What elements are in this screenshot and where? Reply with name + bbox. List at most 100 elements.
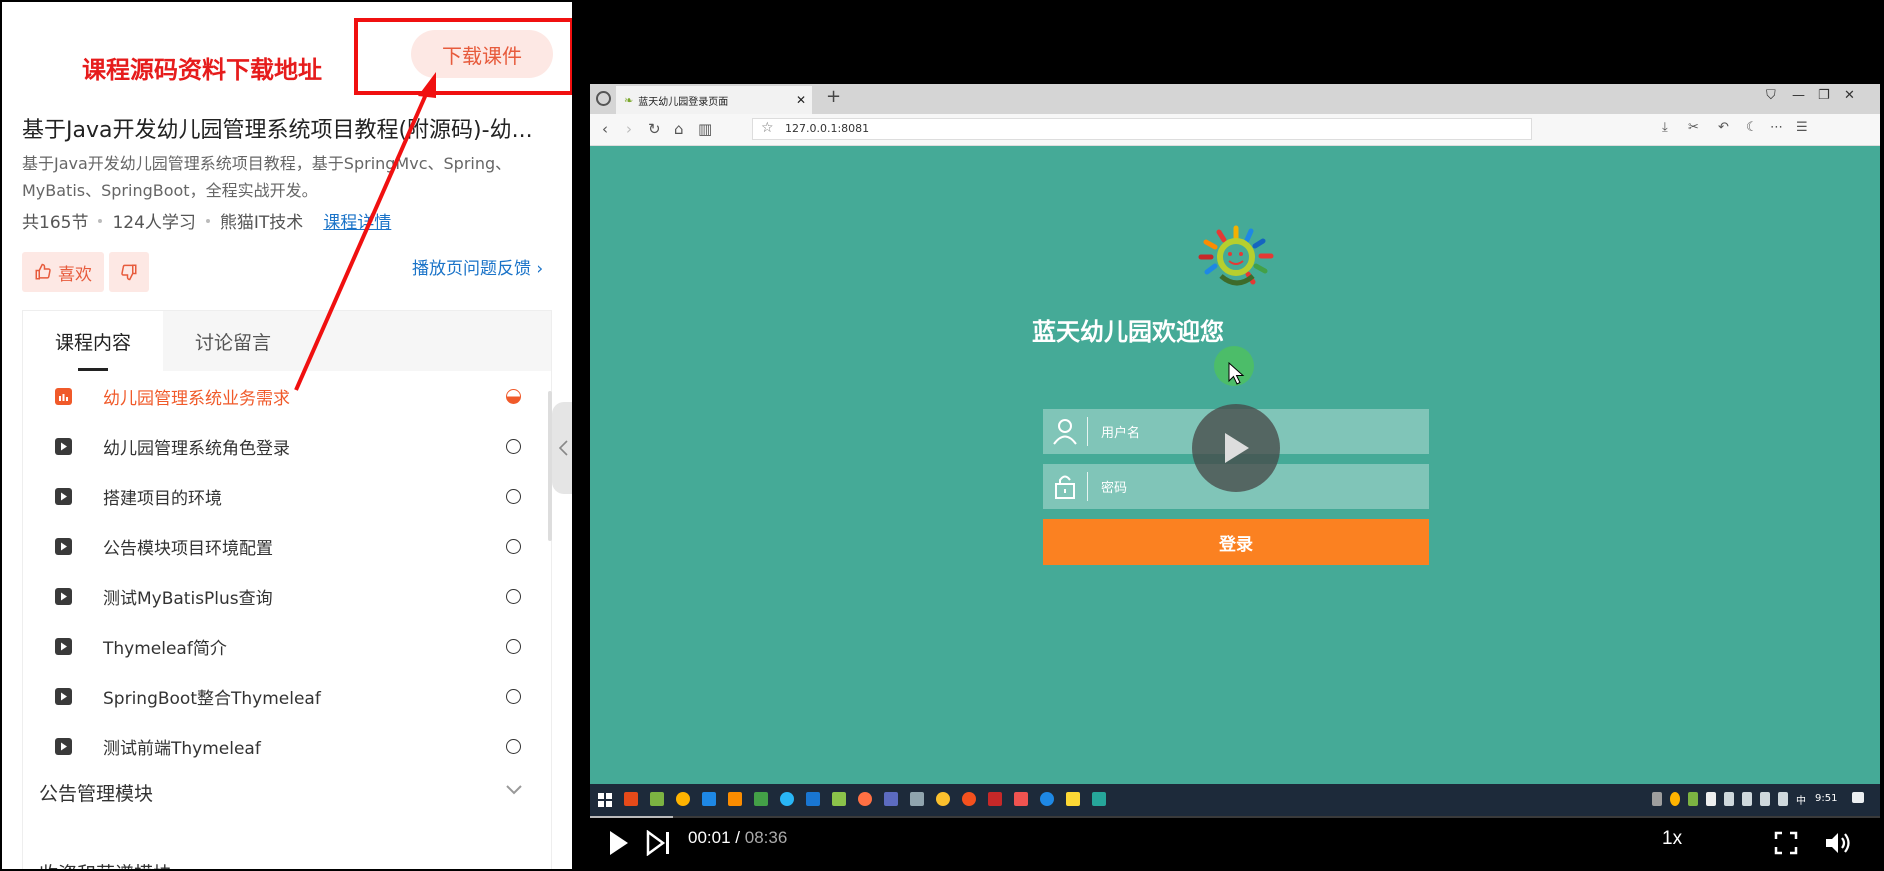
battery-icon[interactable]: [1742, 792, 1752, 806]
login-button[interactable]: 登录: [1043, 519, 1429, 565]
tray-icon[interactable]: [1652, 792, 1662, 806]
app-icon[interactable]: [910, 792, 924, 806]
back-icon[interactable]: ‹: [602, 120, 608, 138]
menu-icon[interactable]: ☰: [1796, 120, 1808, 135]
restore-icon[interactable]: ❐: [1818, 88, 1830, 103]
video-player[interactable]: ❧ 蓝天幼儿园登录页面 ✕ + ⛉ — ❐ ✕ ‹ › ↻ ⌂ ▥ ☆ 127.…: [572, 2, 1882, 869]
course-detail-link[interactable]: 课程详情: [323, 208, 391, 233]
mouse-cursor-icon: [1228, 362, 1245, 385]
lesson-item[interactable]: Thymeleaf简介: [23, 621, 533, 671]
download-icon[interactable]: ⤓: [1662, 120, 1668, 135]
lesson-title: 公告模块项目环境配置: [103, 538, 273, 559]
playback-rate-button[interactable]: 1x: [1662, 828, 1682, 850]
module-header[interactable]: 收资和获谱模块: [39, 859, 172, 869]
total-time: 08:36: [744, 828, 788, 847]
minimize-icon[interactable]: —: [1792, 88, 1805, 103]
user-icon: [1053, 419, 1077, 445]
half-progress-icon: [506, 388, 521, 404]
star-icon[interactable]: ☆: [761, 120, 774, 136]
lesson-item[interactable]: SpringBoot整合Thymeleaf: [23, 671, 533, 721]
windows-start-icon[interactable]: [598, 793, 612, 807]
next-icon[interactable]: [646, 830, 672, 856]
vscode-icon[interactable]: [806, 792, 820, 806]
chrome-icon[interactable]: [936, 792, 950, 806]
tab-course-content[interactable]: 课程内容: [23, 311, 163, 371]
chrome-icon[interactable]: [962, 792, 976, 806]
tray-icon[interactable]: [1670, 792, 1680, 806]
not-started-icon: [506, 688, 521, 704]
lesson-item[interactable]: 公告模块项目环境配置: [23, 521, 533, 571]
thumbs-down-icon: [121, 264, 137, 281]
ime-indicator[interactable]: 中: [1796, 792, 1806, 807]
big-play-button[interactable]: [1192, 404, 1280, 492]
moon-icon[interactable]: ☾: [1746, 120, 1758, 135]
tshirt-icon[interactable]: ⛉: [1766, 88, 1776, 103]
module-header[interactable]: 公告管理模块: [39, 779, 539, 806]
feedback-label: 播放页问题反馈: [412, 259, 531, 279]
collapse-sidebar-button[interactable]: [552, 402, 572, 494]
scissors-icon[interactable]: ✂: [1688, 120, 1699, 135]
lesson-title: 幼儿园管理系统角色登录: [103, 438, 290, 459]
not-started-icon: [506, 438, 521, 454]
not-started-icon: [506, 738, 521, 754]
app-icon[interactable]: [702, 792, 716, 806]
lesson-item[interactable]: 测试MyBatisPlus查询: [23, 571, 533, 621]
undo-icon[interactable]: ↶: [1718, 120, 1729, 135]
author-name: 熊猫IT技术: [219, 213, 304, 233]
forward-icon[interactable]: ›: [626, 120, 632, 138]
not-started-icon: [506, 588, 521, 604]
thumbs-up-icon: [35, 263, 51, 280]
video-icon: [55, 687, 72, 705]
app-icon[interactable]: [832, 792, 846, 806]
course-panel: 课程源码资料下载地址 下载课件 基于Java开发幼儿园管理系统项目教程(附源码)…: [2, 2, 572, 869]
browser-tab[interactable]: ❧ 蓝天幼儿园登录页面 ✕: [616, 86, 812, 114]
feedback-link[interactable]: 播放页问题反馈 ›: [412, 254, 543, 279]
app-icon[interactable]: [884, 792, 898, 806]
fullscreen-icon[interactable]: [1774, 831, 1798, 855]
app-icon[interactable]: [754, 792, 768, 806]
video-icon: [55, 637, 72, 655]
windows-taskbar: 中 9:51: [590, 784, 1880, 816]
reader-icon[interactable]: ▥: [698, 120, 712, 138]
chevron-down-icon[interactable]: [506, 785, 522, 795]
volume-icon[interactable]: [1778, 792, 1788, 806]
browser-icon[interactable]: [1040, 792, 1054, 806]
more-icon[interactable]: ⋯: [1770, 120, 1783, 135]
home-icon[interactable]: ⌂: [674, 120, 684, 138]
taskbar-clock: 9:51: [1815, 793, 1838, 804]
network-icon[interactable]: [1760, 792, 1770, 806]
new-tab-icon[interactable]: +: [826, 86, 841, 107]
firefox-icon[interactable]: [858, 792, 872, 806]
lesson-item[interactable]: 幼儿园管理系统业务需求: [23, 371, 533, 421]
app-icon[interactable]: [1092, 792, 1106, 806]
dislike-button[interactable]: [109, 252, 149, 292]
address-bar[interactable]: ☆ 127.0.0.1:8081: [752, 118, 1532, 140]
lesson-item[interactable]: 幼儿园管理系统角色登录: [23, 421, 533, 471]
lesson-item[interactable]: 搭建项目的环境: [23, 471, 533, 521]
separator-dot: [205, 218, 210, 223]
reload-icon[interactable]: ↻: [648, 120, 661, 138]
close-window-icon[interactable]: ✕: [1844, 88, 1855, 103]
app-icon[interactable]: [988, 792, 1002, 806]
tab-discussion[interactable]: 讨论留言: [163, 311, 303, 371]
search-icon[interactable]: [728, 792, 742, 806]
volume-icon[interactable]: [1824, 831, 1852, 855]
play-icon[interactable]: [608, 830, 630, 856]
tray-icon[interactable]: [1706, 792, 1716, 806]
close-tab-icon[interactable]: ✕: [796, 93, 806, 107]
tray-icon[interactable]: [1688, 792, 1698, 806]
lesson-title: Thymeleaf简介: [103, 638, 227, 659]
like-button[interactable]: 喜欢: [22, 252, 104, 292]
browser-logo-icon: [596, 91, 611, 106]
app-icon[interactable]: [676, 792, 690, 806]
app-icon[interactable]: [1014, 792, 1028, 806]
notification-icon[interactable]: [1852, 792, 1864, 803]
app-icon[interactable]: [650, 792, 664, 806]
tray-icon[interactable]: [1724, 792, 1734, 806]
app-icon[interactable]: [624, 792, 638, 806]
lesson-title: SpringBoot整合Thymeleaf: [103, 688, 321, 709]
lesson-item[interactable]: 测试前端Thymeleaf: [23, 721, 533, 771]
app-icon[interactable]: [780, 792, 794, 806]
leaf-icon: ❧: [624, 93, 634, 107]
folder-icon[interactable]: [1066, 792, 1080, 806]
